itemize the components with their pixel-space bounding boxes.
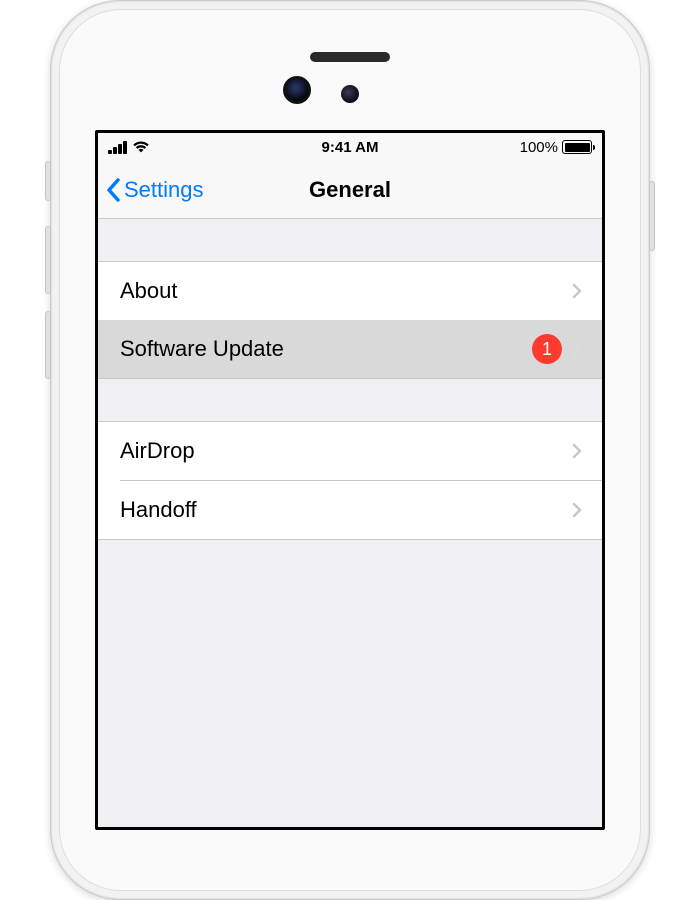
list-group: AirDrop Handoff (98, 421, 602, 540)
status-time: 9:41 AM (322, 139, 379, 156)
mute-switch (45, 161, 51, 201)
cell-label: Handoff (120, 497, 572, 523)
power-button (649, 181, 655, 251)
screen: 9:41 AM 100% Settings General (95, 130, 605, 830)
chevron-right-icon (572, 341, 582, 357)
front-camera (283, 76, 311, 104)
page-title: General (309, 177, 391, 203)
cell-handoff[interactable]: Handoff (98, 481, 602, 539)
cell-airdrop[interactable]: AirDrop (98, 422, 602, 480)
cell-label: AirDrop (120, 438, 572, 464)
wifi-icon (132, 140, 150, 154)
chevron-right-icon (572, 283, 582, 299)
cell-about[interactable]: About (98, 262, 602, 320)
cell-software-update[interactable]: Software Update 1 (98, 320, 602, 378)
speaker-grille (310, 52, 390, 62)
phone-bezel: 9:41 AM 100% Settings General (59, 9, 641, 891)
volume-down-button (45, 311, 51, 379)
cell-label: About (120, 278, 572, 304)
cell-label: Software Update (120, 336, 532, 362)
chevron-left-icon (106, 178, 120, 202)
proximity-sensor (341, 85, 359, 103)
battery-percentage: 100% (520, 139, 558, 156)
list-group: About Software Update 1 (98, 261, 602, 379)
chevron-right-icon (572, 443, 582, 459)
back-label: Settings (124, 177, 204, 203)
chevron-right-icon (572, 502, 582, 518)
notification-badge: 1 (532, 334, 562, 364)
volume-up-button (45, 226, 51, 294)
settings-list: About Software Update 1 (98, 219, 602, 540)
back-button[interactable]: Settings (98, 177, 204, 203)
status-bar: 9:41 AM 100% (98, 133, 602, 161)
phone-frame: 9:41 AM 100% Settings General (50, 0, 650, 900)
navigation-bar: Settings General (98, 161, 602, 219)
battery-icon (562, 140, 592, 154)
cellular-signal-icon (108, 141, 127, 154)
